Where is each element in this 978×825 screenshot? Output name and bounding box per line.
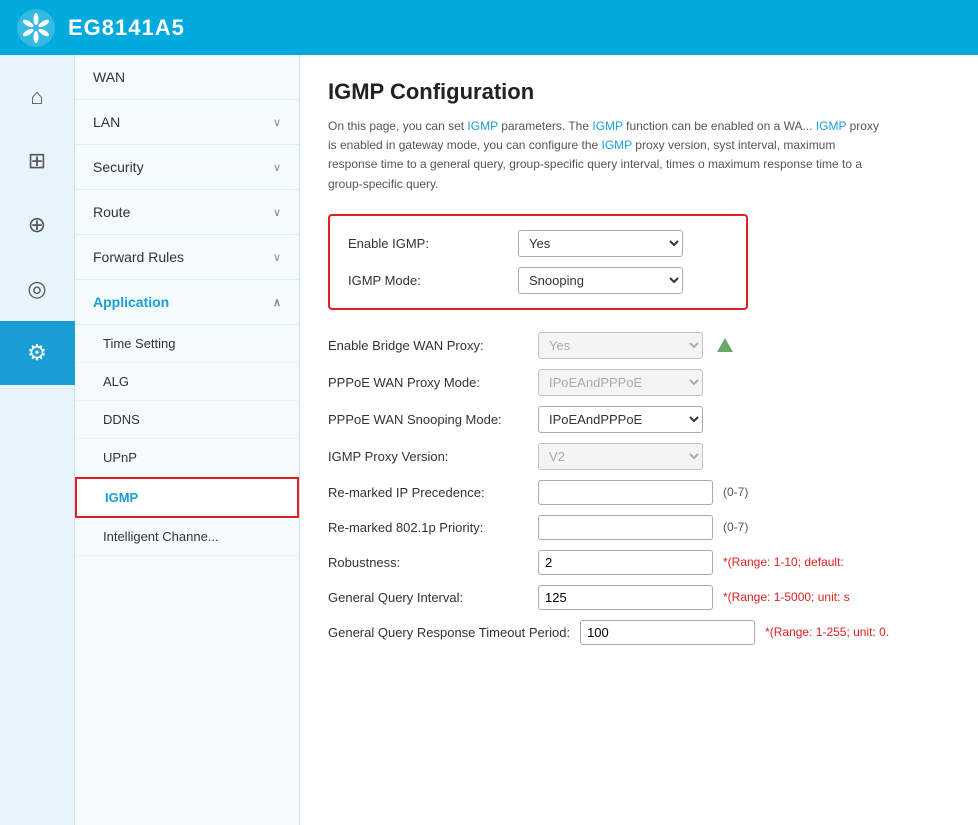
sidebar-item-forward-rules[interactable]: Forward Rules ∨ [75, 235, 299, 280]
app-title: EG8141A5 [68, 15, 185, 41]
igmp-proxy-version-select[interactable]: V2 V3 [538, 443, 703, 470]
re-marked-ip-precedence-label: Re-marked IP Precedence: [328, 485, 528, 500]
cursor-icon [717, 338, 733, 352]
chevron-up-icon: ∧ [273, 296, 281, 309]
enable-igmp-row: Enable IGMP: Yes No [348, 230, 728, 257]
igmp-mode-select[interactable]: Snooping Proxy [518, 267, 683, 294]
sidebar-item-route-label: Route [93, 204, 130, 220]
re-marked-8021p-priority-row: Re-marked 802.1p Priority: (0-7) [328, 515, 950, 540]
sidebar-sub-item-time-setting[interactable]: Time Setting [75, 325, 299, 363]
general-query-interval-input[interactable] [538, 585, 713, 610]
igmp-proxy-version-label: IGMP Proxy Version: [328, 449, 528, 464]
igmp-mode-label: IGMP Mode: [348, 273, 508, 288]
sidebar-item-security-label: Security [93, 159, 144, 175]
sidebar-sub-item-intelligent-channel[interactable]: Intelligent Channe... [75, 518, 299, 556]
igmp-proxy-version-row: IGMP Proxy Version: V2 V3 [328, 443, 950, 470]
sidebar-icon-security[interactable]: ⊕ [0, 193, 75, 257]
sidebar-sub-item-alg[interactable]: ALG [75, 363, 299, 401]
sidebar-item-lan-label: LAN [93, 114, 120, 130]
sidebar-item-application-label: Application [93, 294, 169, 310]
enable-bridge-wan-proxy-row: Enable Bridge WAN Proxy: Yes No [328, 332, 950, 359]
pppoe-wan-snooping-mode-row: PPPoE WAN Snooping Mode: IPoEAndPPPoE IP… [328, 406, 950, 433]
re-marked-8021p-priority-label: Re-marked 802.1p Priority: [328, 520, 528, 535]
main-layout: ⌂ ⊞ ⊕ ◎ ⚙ WAN LAN ∨ Security ∨ Route ∨ [0, 55, 978, 825]
sidebar-icon-lan[interactable]: ⊞ [0, 129, 75, 193]
robustness-input[interactable] [538, 550, 713, 575]
robustness-row: Robustness: *(Range: 1-10; default: [328, 550, 950, 575]
general-query-response-timeout-row: General Query Response Timeout Period: *… [328, 620, 950, 645]
chevron-down-icon: ∨ [273, 116, 281, 129]
sidebar-item-security[interactable]: Security ∨ [75, 145, 299, 190]
sidebar-item-lan[interactable]: LAN ∨ [75, 100, 299, 145]
header: EG8141A5 [0, 0, 978, 55]
sidebar-nav: WAN LAN ∨ Security ∨ Route ∨ Forward Rul… [75, 55, 300, 825]
main-content: IGMP Configuration On this page, you can… [300, 55, 978, 825]
general-query-interval-hint: *(Range: 1-5000; unit: s [723, 590, 850, 604]
sidebar-sub-item-ddns[interactable]: DDNS [75, 401, 299, 439]
sidebar-sub-item-igmp[interactable]: IGMP [75, 477, 299, 518]
form-section: Enable Bridge WAN Proxy: Yes No PPPoE WA… [328, 332, 950, 645]
sidebar-icon-settings[interactable]: ⚙ [0, 321, 75, 385]
sidebar-icons: ⌂ ⊞ ⊕ ◎ ⚙ [0, 55, 75, 825]
pppoe-wan-snooping-mode-label: PPPoE WAN Snooping Mode: [328, 412, 528, 427]
sidebar-sub-item-upnp[interactable]: UPnP [75, 439, 299, 477]
re-marked-ip-precedence-hint: (0-7) [723, 485, 748, 499]
general-query-response-timeout-label: General Query Response Timeout Period: [328, 625, 570, 640]
general-query-interval-label: General Query Interval: [328, 590, 528, 605]
chevron-down-icon: ∨ [273, 251, 281, 264]
sidebar-item-route[interactable]: Route ∨ [75, 190, 299, 235]
re-marked-ip-precedence-row: Re-marked IP Precedence: (0-7) [328, 480, 950, 505]
robustness-label: Robustness: [328, 555, 528, 570]
general-query-response-timeout-input[interactable] [580, 620, 755, 645]
enable-igmp-label: Enable IGMP: [348, 236, 508, 251]
page-description: On this page, you can set IGMP parameter… [328, 117, 888, 194]
re-marked-8021p-priority-hint: (0-7) [723, 520, 748, 534]
igmp-config-box: Enable IGMP: Yes No IGMP Mode: Snooping … [328, 214, 748, 310]
huawei-logo-icon [16, 8, 56, 48]
pppoe-wan-proxy-mode-row: PPPoE WAN Proxy Mode: IPoEAndPPPoE IPoE … [328, 369, 950, 396]
pppoe-wan-proxy-mode-select[interactable]: IPoEAndPPPoE IPoE PPPoE [538, 369, 703, 396]
re-marked-ip-precedence-input[interactable] [538, 480, 713, 505]
enable-igmp-select[interactable]: Yes No [518, 230, 683, 257]
chevron-down-icon: ∨ [273, 161, 281, 174]
robustness-hint: *(Range: 1-10; default: [723, 555, 844, 569]
enable-bridge-wan-proxy-select[interactable]: Yes No [538, 332, 703, 359]
igmp-mode-row: IGMP Mode: Snooping Proxy [348, 267, 728, 294]
sidebar-item-wan[interactable]: WAN [75, 55, 299, 100]
sidebar-item-forward-rules-label: Forward Rules [93, 249, 184, 265]
re-marked-8021p-priority-input[interactable] [538, 515, 713, 540]
general-query-response-timeout-hint: *(Range: 1-255; unit: 0. [765, 625, 889, 639]
chevron-down-icon: ∨ [273, 206, 281, 219]
enable-bridge-wan-proxy-label: Enable Bridge WAN Proxy: [328, 338, 528, 353]
pppoe-wan-snooping-mode-select[interactable]: IPoEAndPPPoE IPoE PPPoE [538, 406, 703, 433]
sidebar-item-wan-label: WAN [93, 69, 125, 85]
sidebar-item-application[interactable]: Application ∧ [75, 280, 299, 325]
page-title: IGMP Configuration [328, 79, 950, 105]
general-query-interval-row: General Query Interval: *(Range: 1-5000;… [328, 585, 950, 610]
sidebar-icon-home[interactable]: ⌂ [0, 65, 75, 129]
sidebar-icon-route[interactable]: ◎ [0, 257, 75, 321]
pppoe-wan-proxy-mode-label: PPPoE WAN Proxy Mode: [328, 375, 528, 390]
